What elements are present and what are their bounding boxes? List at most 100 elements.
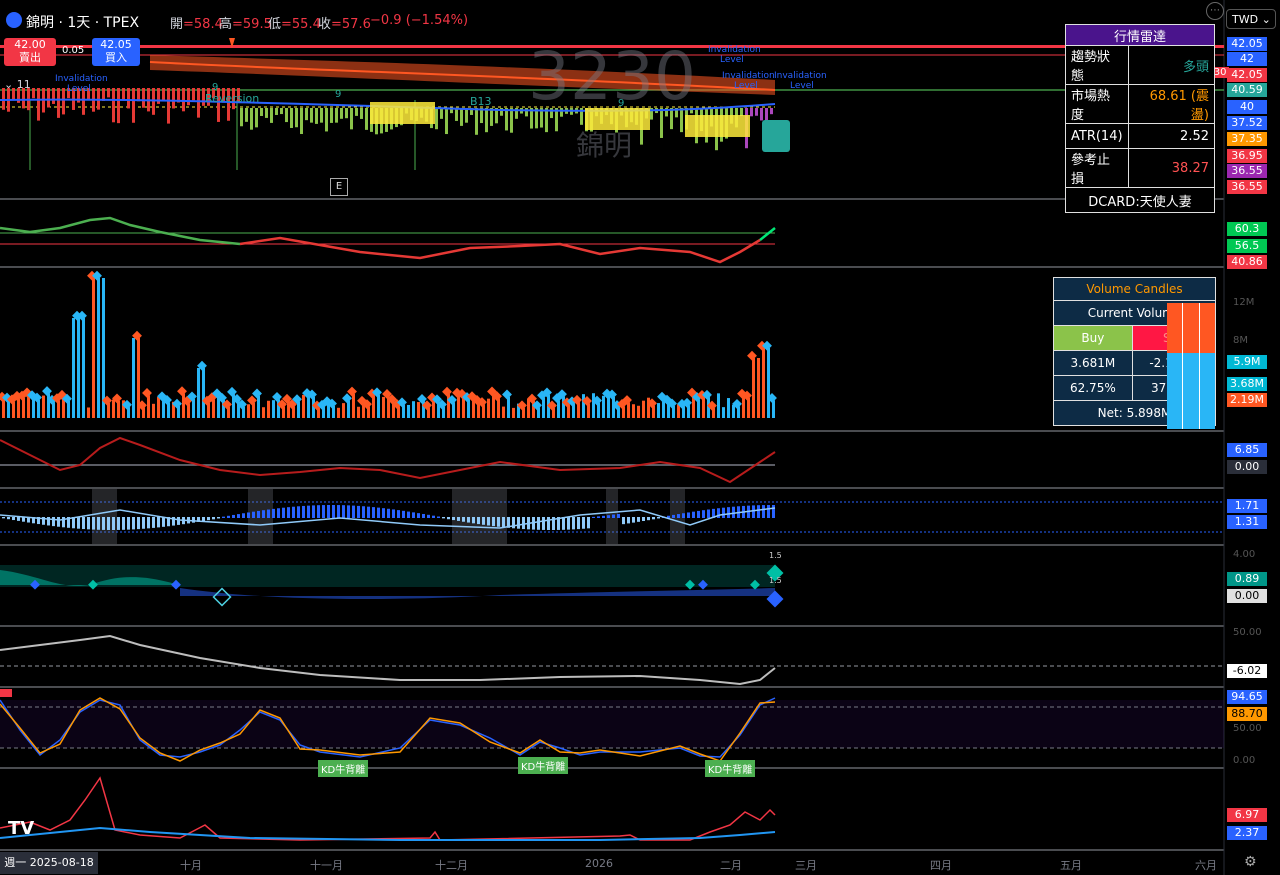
buy-button[interactable]: 42.05 買入 xyxy=(92,38,140,66)
volume-diamond xyxy=(142,387,152,398)
histogram-bar xyxy=(722,507,725,518)
histogram-bar xyxy=(122,517,125,530)
histogram-bar xyxy=(12,517,15,521)
volume-bar xyxy=(267,400,270,418)
earnings-marker[interactable]: E xyxy=(330,178,348,196)
volume-ratio-line xyxy=(0,776,776,841)
volume-bar xyxy=(592,393,595,418)
radar-row-value: 38.27 xyxy=(1127,148,1216,188)
volume-bar xyxy=(377,394,380,418)
histogram-bar xyxy=(377,507,380,518)
histogram-bar xyxy=(397,510,400,518)
indicator-toggle[interactable]: ⌄ 11 xyxy=(4,78,31,91)
volume-bar xyxy=(167,402,170,418)
radar-footer: DCARD:天使人妻 xyxy=(1065,187,1215,213)
settings-icon[interactable]: ⋯ xyxy=(1206,2,1224,20)
histogram-bar xyxy=(337,505,340,518)
histogram-bar xyxy=(245,108,248,122)
volume-bar xyxy=(117,400,120,418)
histogram-bar xyxy=(652,517,655,520)
histogram-bar xyxy=(332,505,335,518)
histogram-bar xyxy=(755,108,758,116)
histogram-bar xyxy=(310,108,313,123)
indicator-line xyxy=(0,634,776,686)
volume-bar xyxy=(577,402,580,418)
histogram-bar xyxy=(360,108,363,119)
histogram-bar xyxy=(82,517,85,530)
tradingview-logo[interactable]: TV xyxy=(8,818,34,839)
histogram-bar xyxy=(445,108,448,135)
invalidation-label-1: Invalidation Level xyxy=(55,74,108,94)
histogram-bar xyxy=(187,88,190,106)
reversion-label: Reversion xyxy=(205,92,260,105)
axis-8m: 8M xyxy=(1233,335,1248,346)
histogram-bar xyxy=(682,513,685,518)
vc-title: Volume Candles xyxy=(1053,277,1216,301)
histogram-bar xyxy=(647,517,650,521)
axis-4: 4.00 xyxy=(1233,549,1256,560)
price-tag: 94.65 xyxy=(1227,690,1267,704)
symbol-title[interactable]: 錦明 · 1天 · TPEX xyxy=(26,12,139,32)
histogram-bar xyxy=(462,517,465,522)
volume-bar xyxy=(47,393,50,418)
histogram-bar xyxy=(157,517,160,528)
volume-bar xyxy=(557,400,560,418)
volume-bar xyxy=(92,278,95,418)
histogram-bar xyxy=(457,517,460,521)
watermark-name: 錦明 xyxy=(576,129,633,162)
histogram-bar xyxy=(37,88,40,121)
histogram-bar xyxy=(477,517,480,525)
price-tag: 42.05 xyxy=(1227,37,1267,51)
ohlc-high: 高=59.5 xyxy=(219,17,272,32)
volume-bar xyxy=(607,395,610,418)
histogram-bar xyxy=(147,517,150,529)
rsi-line-green xyxy=(0,216,241,246)
histogram-bar xyxy=(307,505,310,518)
volume-diamond xyxy=(502,389,512,400)
histogram-bar xyxy=(642,517,645,522)
volume-bar xyxy=(632,404,635,418)
volume-bar xyxy=(272,400,275,418)
volume-bar xyxy=(252,402,255,418)
histogram-bar xyxy=(582,517,585,529)
volume-bar xyxy=(27,394,30,418)
histogram-bar xyxy=(465,108,468,123)
volume-diamond xyxy=(42,386,52,397)
volume-bar xyxy=(562,396,565,418)
histogram-bar xyxy=(617,513,620,518)
histogram-bar xyxy=(412,512,415,518)
histogram-bar xyxy=(362,506,365,518)
time-axis-label: 十一月 xyxy=(310,859,343,872)
axis-kd-50: 50.00 xyxy=(1233,723,1262,734)
volume-bar xyxy=(372,395,375,418)
histogram-bar xyxy=(177,517,180,525)
gear-icon[interactable]: ⚙ xyxy=(1244,854,1257,870)
histogram-bar xyxy=(117,517,120,530)
histogram-bar xyxy=(280,108,283,115)
volume-diamond xyxy=(177,386,187,397)
histogram-bar xyxy=(7,517,10,520)
histogram-bar xyxy=(487,517,490,526)
time-axis-label: 2026 xyxy=(585,857,613,870)
histogram-bar xyxy=(257,510,260,518)
price-tag: 40.59 xyxy=(1227,83,1267,97)
volume-bar xyxy=(497,398,500,418)
sell-button[interactable]: 42.00 賣出 xyxy=(4,38,56,66)
histogram-bar xyxy=(312,505,315,518)
histogram-bar xyxy=(577,517,580,530)
volume-bar xyxy=(72,318,75,418)
histogram-bar xyxy=(482,517,485,525)
ohlc-change: −0.9 (−1.54%) xyxy=(370,13,469,28)
histogram-bar xyxy=(467,517,470,523)
histogram-bar xyxy=(192,517,195,523)
price-tag: 36.95 xyxy=(1227,149,1267,163)
currency-select[interactable]: TWD ⌄ xyxy=(1226,9,1276,29)
volume-bar xyxy=(247,404,250,418)
ohlc-close: 收=57.6 xyxy=(318,17,371,32)
price-tag: 3.68M xyxy=(1227,377,1267,391)
volume-diamond xyxy=(252,388,262,399)
invalidation-label-4: Invalidation Level xyxy=(774,71,827,91)
histogram-bar xyxy=(770,108,773,115)
volume-bar xyxy=(647,397,650,418)
histogram-bar xyxy=(440,108,443,119)
